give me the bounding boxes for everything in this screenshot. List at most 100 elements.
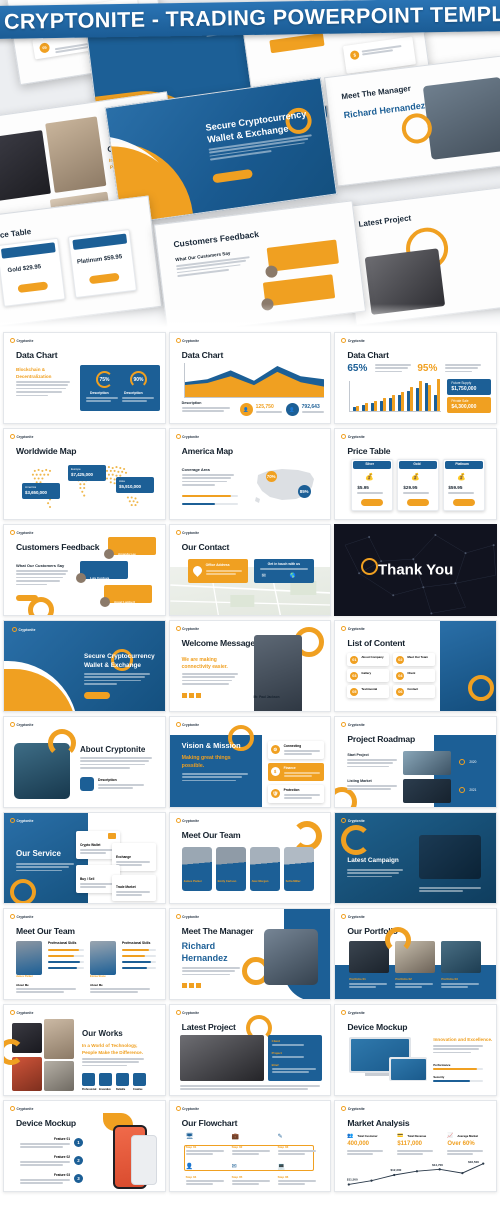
avatar bbox=[76, 573, 86, 583]
slide-thank-you[interactable]: Thank You bbox=[334, 524, 497, 616]
svg-text:$16,500: $16,500 bbox=[468, 1161, 479, 1164]
advertisement-bar bbox=[181, 503, 238, 506]
brand-logo: Cryptonite bbox=[175, 626, 199, 631]
slide-vision-mission[interactable]: Cryptonite Vision & Mission Making great… bbox=[168, 716, 332, 808]
slide-meet-our-team-skills[interactable]: Cryptonite Meet Our Team James Parker Pr… bbox=[3, 908, 166, 1000]
marker-europe-label: Europe bbox=[71, 467, 81, 471]
slide-our-contact[interactable]: Cryptonite Our Contact Office Address Ge… bbox=[168, 524, 332, 616]
slide-title: Our Works bbox=[82, 1029, 123, 1038]
cover-title-2: Wallet & Exchange bbox=[84, 662, 141, 669]
slide-data-chart-bars[interactable]: Cryptonite Data Chart 65% 95% Future Sup… bbox=[334, 332, 497, 424]
works-icon-1-label: Professional bbox=[82, 1088, 97, 1091]
slide-project-roadmap[interactable]: Cryptonite Project Roadmap Start Project… bbox=[334, 716, 497, 808]
stat-3-value: Over 60% bbox=[447, 1141, 475, 1147]
stat-3-label: Average Market bbox=[457, 1134, 479, 1138]
slide-latest-campaign[interactable]: Cryptonite Latest Campaign bbox=[334, 812, 497, 904]
member-4-photo bbox=[283, 847, 314, 891]
description-label: Description bbox=[181, 401, 202, 405]
member-1-name: James Parker bbox=[183, 879, 202, 883]
member-2-name: Emma Stone bbox=[90, 975, 106, 978]
slide-customers-feedback[interactable]: Cryptonite Customers Feedback What Our C… bbox=[3, 524, 166, 616]
slide-welcome-message[interactable]: Cryptonite Welcome Message We are making… bbox=[168, 620, 332, 712]
flow-step-3: Step 03 bbox=[277, 1145, 289, 1149]
brand-logo: Cryptonite bbox=[10, 914, 33, 919]
brand-logo: Cryptonite bbox=[341, 722, 365, 727]
project-client-label: Client bbox=[271, 1039, 280, 1043]
slide-america-map[interactable]: Cryptonite America Map Coverage Area 70%… bbox=[168, 428, 332, 520]
slide-device-mockup-2[interactable]: Cryptonite Device Mockup Feature 01 1 Fe… bbox=[3, 1100, 166, 1192]
slide-our-portfolio[interactable]: Cryptonite Our Portfolio Portfolio 01 Po… bbox=[334, 908, 497, 1000]
slide-title: Latest Campaign bbox=[347, 857, 399, 864]
slide-cover[interactable]: Cryptonite Secure Cryptocurrency Wallet … bbox=[3, 620, 166, 712]
feature-protection: Protection bbox=[283, 788, 300, 792]
badge-85: 85% bbox=[297, 485, 311, 498]
hero-slide-manager[interactable]: Meet The Manager Richard Hernandez bbox=[323, 55, 500, 187]
brand-logo: Cryptonite bbox=[341, 626, 365, 631]
plan-1-cta[interactable] bbox=[361, 499, 384, 506]
bar-2-label: Security bbox=[433, 1075, 445, 1079]
cover-cta[interactable] bbox=[84, 692, 110, 699]
brand-logo: Cryptonite bbox=[175, 1106, 199, 1111]
slide-price-table[interactable]: Cryptonite Price Table Silver 💰 $5.95 Go… bbox=[334, 428, 497, 520]
slide-meet-the-manager[interactable]: Cryptonite Meet The Manager Richard Hern… bbox=[168, 908, 332, 1000]
slide-title: Data Chart bbox=[347, 350, 389, 360]
service-4: Trade Market bbox=[116, 885, 136, 889]
slide-our-flowchart[interactable]: Cryptonite Our Flowchart 🖥 Step 01 💼 Ste… bbox=[168, 1100, 332, 1192]
content-item-03: Gallery bbox=[361, 671, 372, 675]
brand-logo: Cryptonite bbox=[175, 338, 199, 343]
brand-logo: Cryptonite bbox=[10, 1106, 33, 1111]
testimonial-3-name: Angel Lambert bbox=[114, 600, 136, 604]
member-1-photo bbox=[181, 847, 212, 891]
member-2-skills-label: Professional Skills bbox=[122, 941, 151, 945]
brand-logo: Cryptonite bbox=[175, 434, 199, 439]
works-icon-4-label: Creative bbox=[133, 1088, 143, 1091]
slide-our-works[interactable]: Cryptonite Our Works In a World of Techn… bbox=[3, 1004, 166, 1096]
slide-title: Vision & Mission bbox=[181, 741, 241, 750]
heading: Blockchain & Decentralization bbox=[16, 367, 52, 379]
slide-device-mockup-1[interactable]: Cryptonite Device Mockup Innovation and … bbox=[334, 1004, 497, 1096]
plan-2-cta[interactable] bbox=[407, 499, 430, 506]
slide-title: Device Mockup bbox=[16, 1118, 76, 1128]
area-chart bbox=[183, 365, 324, 397]
portfolio-1-label: Portfolio 01 bbox=[349, 977, 366, 981]
svg-text:$12,300: $12,300 bbox=[391, 1168, 402, 1172]
slide-our-service[interactable]: Cryptonite Our Service Crypto Wallet Exc… bbox=[3, 812, 166, 904]
slide-title: Worldwide Map bbox=[16, 446, 77, 456]
plan-3-cta[interactable] bbox=[453, 499, 476, 506]
brand-logo: Cryptonite bbox=[10, 530, 33, 535]
slide-title: List of Content bbox=[347, 638, 405, 648]
slide-worldwide-map[interactable]: Cryptonite Worldwide Map Europe $7,425,0… bbox=[3, 428, 166, 520]
avatar bbox=[104, 549, 114, 559]
slide-about-cryptonite[interactable]: Cryptonite About Cryptonite Description bbox=[3, 716, 166, 808]
content-item-06: Contact bbox=[407, 687, 419, 691]
marker-america-label: America bbox=[25, 485, 37, 489]
brand-logo: Cryptonite bbox=[341, 434, 365, 439]
feature-connecting: Connecting bbox=[283, 744, 302, 748]
slide-title: About Cryptonite bbox=[80, 745, 146, 754]
plan-2-name: Gold bbox=[413, 462, 421, 466]
slide-data-chart-area[interactable]: Cryptonite Data Chart Description 👤 125,… bbox=[168, 332, 332, 424]
slide-market-analysis[interactable]: Cryptonite Market Analysis 👥 Total Custo… bbox=[334, 1100, 497, 1192]
market-line-chart: $11,500 $12,300 $14,700 $16,500 bbox=[347, 1161, 485, 1186]
slide-title: Project Roadmap bbox=[347, 734, 416, 744]
works-heading-1: In a World of Technology, bbox=[82, 1043, 138, 1048]
slide-list-of-content[interactable]: Cryptonite List of Content 01 About Comp… bbox=[334, 620, 497, 712]
slide-meet-our-team[interactable]: Cryptonite Meet Our Team James Parker Em… bbox=[168, 812, 332, 904]
hero-feedback-title: Customers Feedback bbox=[172, 228, 260, 250]
touch-label: Get in touch with us bbox=[267, 562, 301, 566]
card-1-label: Future Supply bbox=[451, 381, 472, 385]
feature-3-label: Feature 03 bbox=[54, 1173, 70, 1177]
content-item-05: Testimonial bbox=[361, 687, 378, 691]
slide-title: Welcome Message bbox=[181, 638, 255, 648]
donut-90: 90% bbox=[130, 371, 147, 388]
card-1-value: $1,750,000 bbox=[451, 386, 477, 392]
slide-title: Data Chart bbox=[181, 350, 224, 360]
brand-logo: Cryptonite bbox=[10, 338, 33, 343]
slide-data-chart-donut[interactable]: Cryptonite Data Chart Blockchain & Decen… bbox=[3, 332, 166, 424]
slide-latest-project[interactable]: Cryptonite Latest Project Client Project… bbox=[168, 1004, 332, 1096]
slide-title: Our Service bbox=[16, 849, 61, 858]
card-2-label: Private Sale bbox=[451, 399, 469, 403]
slide-title: Meet The Manager bbox=[181, 926, 254, 936]
stat-1-value: 125,750 bbox=[255, 404, 274, 410]
heading: What Our Customers Say bbox=[16, 563, 65, 568]
